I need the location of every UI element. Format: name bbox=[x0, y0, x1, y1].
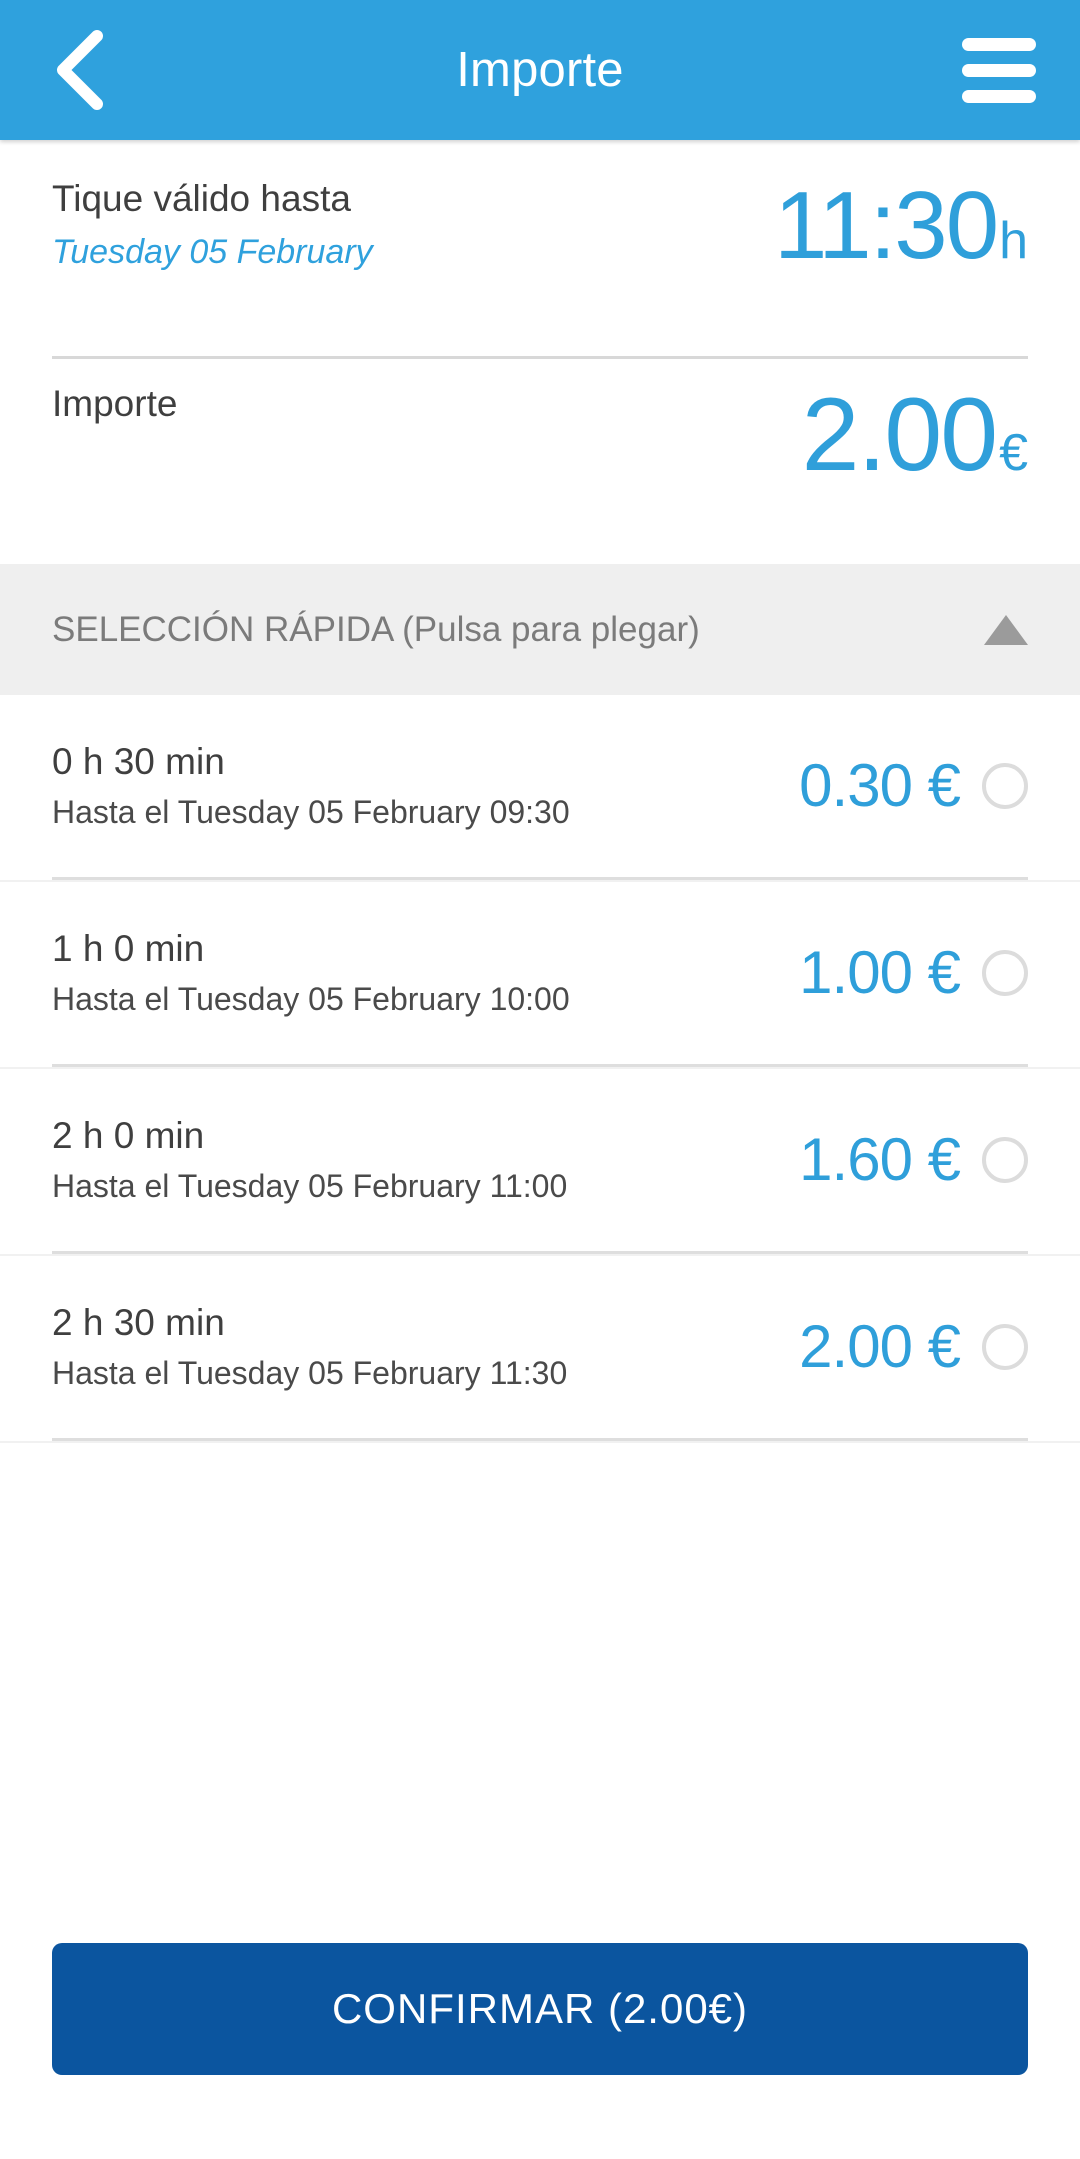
validity-time-value: 11:30 h bbox=[774, 178, 1028, 274]
list-item[interactable]: 1 h 0 min Hasta el Tuesday 05 February 1… bbox=[0, 882, 1080, 1064]
option-duration: 0 h 30 min bbox=[52, 740, 225, 782]
option-price: 2.00 € bbox=[799, 1313, 961, 1380]
option-price-group: 1.00 € bbox=[799, 943, 1028, 1003]
validity-time-unit: h bbox=[999, 212, 1028, 270]
amount-section: Importe 2.00 € bbox=[0, 359, 1080, 564]
menu-bar-bottom bbox=[962, 89, 1036, 103]
quick-select-list: 0 h 30 min Hasta el Tuesday 05 February … bbox=[0, 695, 1080, 1443]
app-bar: Importe bbox=[0, 0, 1080, 140]
option-until: Hasta el Tuesday 05 February 11:00 bbox=[52, 1168, 568, 1205]
option-duration: 2 h 30 min bbox=[52, 1301, 225, 1343]
menu-bar-middle bbox=[962, 63, 1036, 77]
option-price: 1.00 € bbox=[799, 939, 961, 1006]
quick-select-header[interactable]: SELECCIÓN RÁPIDA (Pulsa para plegar) bbox=[0, 564, 1080, 695]
menu-bar-top bbox=[962, 37, 1036, 51]
content-spacer bbox=[0, 1443, 1080, 1943]
option-price: 1.60 € bbox=[799, 1126, 961, 1193]
amount-currency: € bbox=[999, 424, 1028, 482]
option-text-group: 0 h 30 min Hasta el Tuesday 05 February … bbox=[52, 741, 570, 831]
option-until: Hasta el Tuesday 05 February 09:30 bbox=[52, 794, 570, 831]
chevron-left-icon bbox=[51, 28, 107, 112]
option-price-group: 0.30 € bbox=[799, 756, 1028, 816]
option-price-group: 1.60 € bbox=[799, 1130, 1028, 1190]
amount-row: Importe 2.00 € bbox=[52, 359, 1028, 564]
summary-section: Tique válido hasta Tuesday 05 February 1… bbox=[0, 140, 1080, 356]
amount-value: 2.00 bbox=[801, 377, 998, 493]
option-until: Hasta el Tuesday 05 February 11:30 bbox=[52, 1355, 568, 1392]
option-price-group: 2.00 € bbox=[799, 1317, 1028, 1377]
option-text-group: 2 h 30 min Hasta el Tuesday 05 February … bbox=[52, 1302, 567, 1392]
footer-bar: CONFIRMAR (2.00€) bbox=[0, 1943, 1080, 2159]
validity-label: Tique válido hasta bbox=[52, 178, 351, 219]
option-text-group: 2 h 0 min Hasta el Tuesday 05 February 1… bbox=[52, 1115, 567, 1205]
option-duration: 2 h 0 min bbox=[52, 1114, 205, 1156]
list-item[interactable]: 2 h 30 min Hasta el Tuesday 05 February … bbox=[0, 1256, 1080, 1438]
option-radio[interactable] bbox=[982, 763, 1028, 809]
back-button[interactable] bbox=[24, 0, 134, 140]
amount-label: Importe bbox=[52, 383, 178, 424]
screen-root: Importe Tique válido hasta Tuesday 05 Fe… bbox=[0, 0, 1080, 2159]
option-until: Hasta el Tuesday 05 February 10:00 bbox=[52, 981, 570, 1018]
amount-value-group: 2.00 € bbox=[802, 383, 1028, 487]
quick-select-header-label: SELECCIÓN RÁPIDA (Pulsa para plegar) bbox=[52, 610, 700, 649]
page-title: Importe bbox=[456, 42, 624, 97]
option-radio[interactable] bbox=[982, 1324, 1028, 1370]
validity-date: Tuesday 05 February bbox=[52, 232, 373, 271]
confirm-button[interactable]: CONFIRMAR (2.00€) bbox=[52, 1943, 1028, 2075]
validity-time: 11:30 bbox=[773, 172, 999, 279]
option-duration: 1 h 0 min bbox=[52, 927, 205, 969]
list-item[interactable]: 2 h 0 min Hasta el Tuesday 05 February 1… bbox=[0, 1069, 1080, 1251]
ticket-validity-row: Tique válido hasta Tuesday 05 February 1… bbox=[52, 140, 1028, 356]
option-radio[interactable] bbox=[982, 1137, 1028, 1183]
option-price: 0.30 € bbox=[799, 752, 961, 819]
menu-button[interactable] bbox=[944, 0, 1054, 140]
option-radio[interactable] bbox=[982, 950, 1028, 996]
list-item[interactable]: 0 h 30 min Hasta el Tuesday 05 February … bbox=[0, 695, 1080, 877]
option-text-group: 1 h 0 min Hasta el Tuesday 05 February 1… bbox=[52, 928, 570, 1018]
validity-text-group: Tique válido hasta Tuesday 05 February bbox=[52, 178, 373, 272]
triangle-up-icon[interactable] bbox=[984, 614, 1028, 645]
